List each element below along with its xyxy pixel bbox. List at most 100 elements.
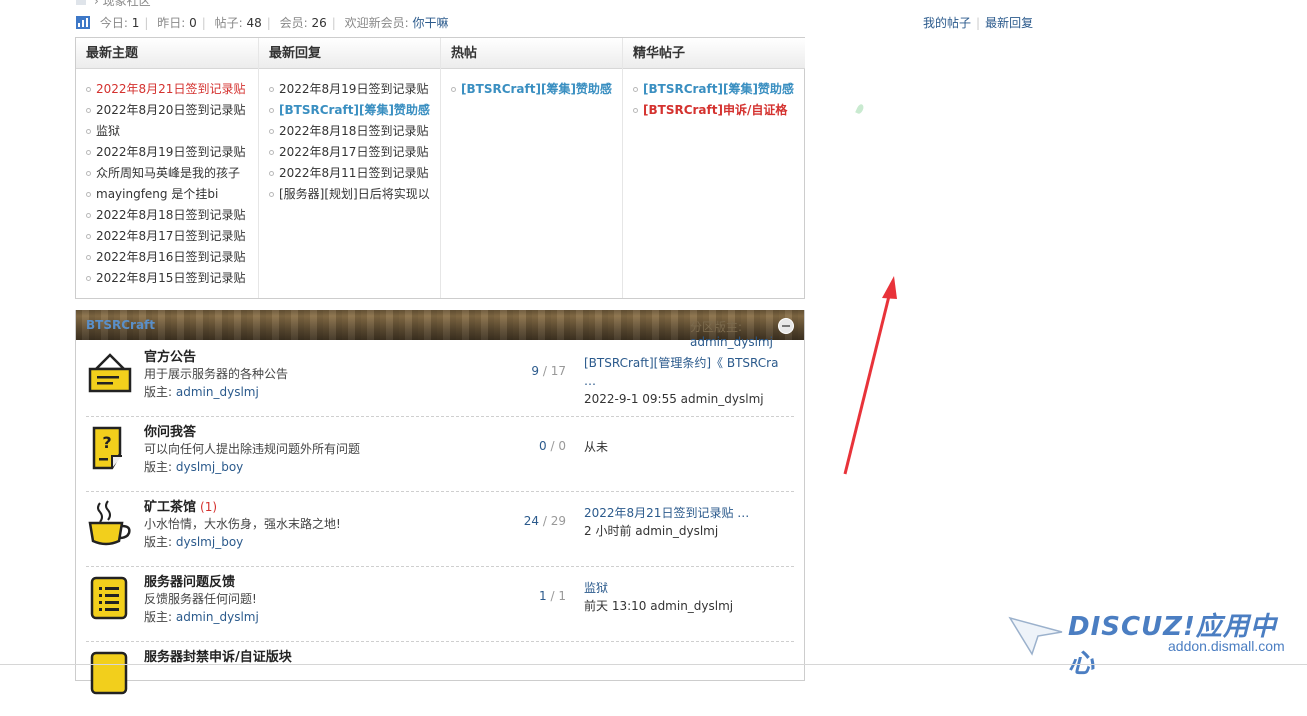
forum-group-title[interactable]: BTSRCraft xyxy=(86,318,155,332)
today-count: 1 xyxy=(131,16,140,30)
forum-last-post: 从未 xyxy=(584,429,608,456)
posts-count: 48 xyxy=(246,16,262,30)
forum-row: 服务器问题反馈 反馈服务器任何问题! 版主: admin_dyslmj 1 / … xyxy=(86,567,794,642)
my-posts-link[interactable]: 我的帖子 xyxy=(923,16,971,30)
notebook-icon[interactable] xyxy=(86,649,134,697)
forum-row: 官方公告 用于展示服务器的各种公告 版主: admin_dyslmj 9 / 1… xyxy=(86,342,794,417)
list-item[interactable]: 2022年8月17日签到记录贴 xyxy=(86,226,258,247)
portal-grid: 最新主题 2022年8月21日签到记录贴 2022年8月20日签到记录贴 监狱 … xyxy=(75,37,805,299)
grid-col-title: 热帖 xyxy=(441,38,622,69)
forum-name[interactable]: 你问我答 xyxy=(144,421,196,440)
list-item[interactable]: 2022年8月20日签到记录贴 xyxy=(86,100,258,121)
watermark-domain: addon.dismall.com xyxy=(1168,638,1285,654)
latest-replies-link[interactable]: 最新回复 xyxy=(985,16,1033,30)
watermark: DISCUZ!应用中心 addon.dismall.com xyxy=(1008,606,1298,679)
list-item[interactable]: 2022年8月17日签到记录贴 xyxy=(269,142,440,163)
grid-col-title: 精华帖子 xyxy=(623,38,805,69)
question-doc-icon[interactable]: ? xyxy=(86,424,134,472)
forum-row: ? 你问我答 可以向任何人提出除违规问题外所有问题 版主: dyslmj_boy… xyxy=(86,417,794,492)
list-item[interactable]: [BTSRCraft][筹集]赞助感 xyxy=(269,100,440,121)
forum-group-header: BTSRCraft 分区版主: admin_dyslmj xyxy=(76,310,804,349)
forum-counts: 24 / 29 xyxy=(523,514,566,528)
list-item[interactable]: 2022年8月18日签到记录贴 xyxy=(86,205,258,226)
forum-last-post: 2022年8月21日签到记录贴 … 2 小时前 admin_dyslmj xyxy=(584,504,749,540)
forum-row: 服务器封禁申诉/自证版块 xyxy=(86,642,794,716)
forum-name[interactable]: 官方公告 xyxy=(144,346,196,365)
members-label: 会员: xyxy=(279,16,308,30)
moderator-link[interactable]: admin_dyslmj xyxy=(176,610,259,624)
last-post-title[interactable]: 2022年8月21日签到记录贴 … xyxy=(584,504,749,522)
breadcrumb: › 现象社区 xyxy=(76,0,151,9)
list-item[interactable]: 2022年8月19日签到记录贴 xyxy=(269,79,440,100)
svg-text:?: ? xyxy=(102,433,111,452)
moderator-link[interactable]: dyslmj_boy xyxy=(176,535,243,549)
red-arrow-annotation xyxy=(843,276,897,475)
forum-description: 可以向任何人提出除违规问题外所有问题 xyxy=(144,442,361,456)
list-item[interactable]: [服务器][规划]日后将实现以 xyxy=(269,184,440,205)
chart-icon xyxy=(76,16,90,29)
stats-bar: 今日: 1 | 昨日: 0 | 帖子: 48 | 会员: 26 | 欢迎新会员: 你干嘛… xyxy=(76,14,1076,32)
leaf-decoration xyxy=(855,103,865,115)
moderator-link[interactable]: admin_dyslmj xyxy=(176,385,259,399)
page-divider xyxy=(0,664,1307,665)
list-item[interactable]: 2022年8月18日签到记录贴 xyxy=(269,121,440,142)
forum-moderators: 版主: admin_dyslmj xyxy=(144,610,259,624)
last-post-info: 从未 xyxy=(584,440,609,454)
forum-group: BTSRCraft 分区版主: admin_dyslmj 官方公告 用于展示服务… xyxy=(75,310,805,695)
grid-col-title: 最新主题 xyxy=(76,38,258,69)
list-item[interactable]: 2022年8月11日签到记录贴 xyxy=(269,163,440,184)
yesterday-label: 昨日: xyxy=(157,16,186,30)
today-label: 今日: xyxy=(99,16,128,30)
list-item[interactable]: [BTSRCraft][筹集]赞助感 xyxy=(451,79,622,100)
list-item[interactable]: [BTSRCraft]申诉/自证格 xyxy=(633,100,805,121)
breadcrumb-current[interactable]: 现象社区 xyxy=(103,0,151,8)
grid-col-hot: 热帖 [BTSRCraft][筹集]赞助感 xyxy=(440,38,622,298)
watermark-logo-icon xyxy=(1008,616,1063,656)
list-item[interactable]: mayingfeng 是个挂bi xyxy=(86,184,258,205)
teacup-icon[interactable] xyxy=(86,499,134,547)
members-count: 26 xyxy=(311,16,327,30)
list-item[interactable]: 2022年8月16日签到记录贴 xyxy=(86,247,258,268)
list-item[interactable]: 众所周知马英峰是我的孩子 xyxy=(86,163,258,184)
today-count-badge: (1) xyxy=(200,500,218,514)
new-member-link[interactable]: 你干嘛 xyxy=(413,16,449,30)
forum-name[interactable]: 服务器封禁申诉/自证版块 xyxy=(144,646,292,665)
grid-col-title: 最新回复 xyxy=(259,38,440,69)
forum-moderators: 版主: dyslmj_boy xyxy=(144,535,244,549)
breadcrumb-separator: › xyxy=(94,0,99,8)
grid-col-digest: 精华帖子 [BTSRCraft][筹集]赞助感 [BTSRCraft]申诉/自证… xyxy=(622,38,805,298)
list-item[interactable]: 2022年8月19日签到记录贴 xyxy=(86,142,258,163)
list-item[interactable]: 2022年8月21日签到记录贴 xyxy=(86,79,258,100)
list-item[interactable]: [BTSRCraft][筹集]赞助感 xyxy=(633,79,805,100)
sign-icon[interactable] xyxy=(86,349,134,397)
last-post-title[interactable]: 监狱 xyxy=(584,579,733,597)
list-item[interactable]: 2022年8月15日签到记录贴 xyxy=(86,268,258,289)
last-post-info: 前天 13:10 admin_dyslmj xyxy=(584,599,734,613)
posts-label: 帖子: xyxy=(214,16,243,30)
forum-counts: 9 / 17 xyxy=(531,364,566,378)
forum-description: 反馈服务器任何问题! xyxy=(144,592,257,606)
forum-moderators: 版主: dyslmj_boy xyxy=(144,460,244,474)
notebook-icon[interactable] xyxy=(86,574,134,622)
forum-last-post: 监狱 前天 13:10 admin_dyslmj xyxy=(584,579,733,615)
forum-description: 用于展示服务器的各种公告 xyxy=(144,367,289,381)
yesterday-count: 0 xyxy=(189,16,197,30)
grid-col-latest-replies: 最新回复 2022年8月19日签到记录贴 [BTSRCraft][筹集]赞助感 … xyxy=(258,38,440,298)
forum-counts: 1 / 1 xyxy=(539,589,566,603)
welcome-label: 欢迎新会员: xyxy=(344,16,409,30)
last-post-info: 2 小时前 admin_dyslmj xyxy=(584,524,719,538)
forum-moderators: 版主: admin_dyslmj xyxy=(144,385,259,399)
forum-name[interactable]: 服务器问题反馈 xyxy=(144,571,235,590)
last-post-title[interactable]: [BTSRCraft][管理条约]《 BTSRCra … xyxy=(584,354,794,390)
grid-col-latest-threads: 最新主题 2022年8月21日签到记录贴 2022年8月20日签到记录贴 监狱 … xyxy=(76,38,258,298)
collapse-icon[interactable] xyxy=(778,318,794,334)
last-post-info: 2022-9-1 09:55 admin_dyslmj xyxy=(584,392,764,406)
forum-name[interactable]: 矿工茶馆 (1) xyxy=(144,496,217,515)
moderator-link[interactable]: dyslmj_boy xyxy=(176,460,243,474)
forum-counts: 0 / 0 xyxy=(539,439,566,453)
forum-last-post: [BTSRCraft][管理条约]《 BTSRCra … 2022-9-1 09… xyxy=(584,354,794,408)
forum-row: 矿工茶馆 (1) 小水怡情，大水伤身，强水末路之地! 版主: dyslmj_boy… xyxy=(86,492,794,567)
forum-description: 小水怡情，大水伤身，强水末路之地! xyxy=(144,517,341,531)
list-item[interactable]: 监狱 xyxy=(86,121,258,142)
home-icon[interactable] xyxy=(76,0,86,5)
